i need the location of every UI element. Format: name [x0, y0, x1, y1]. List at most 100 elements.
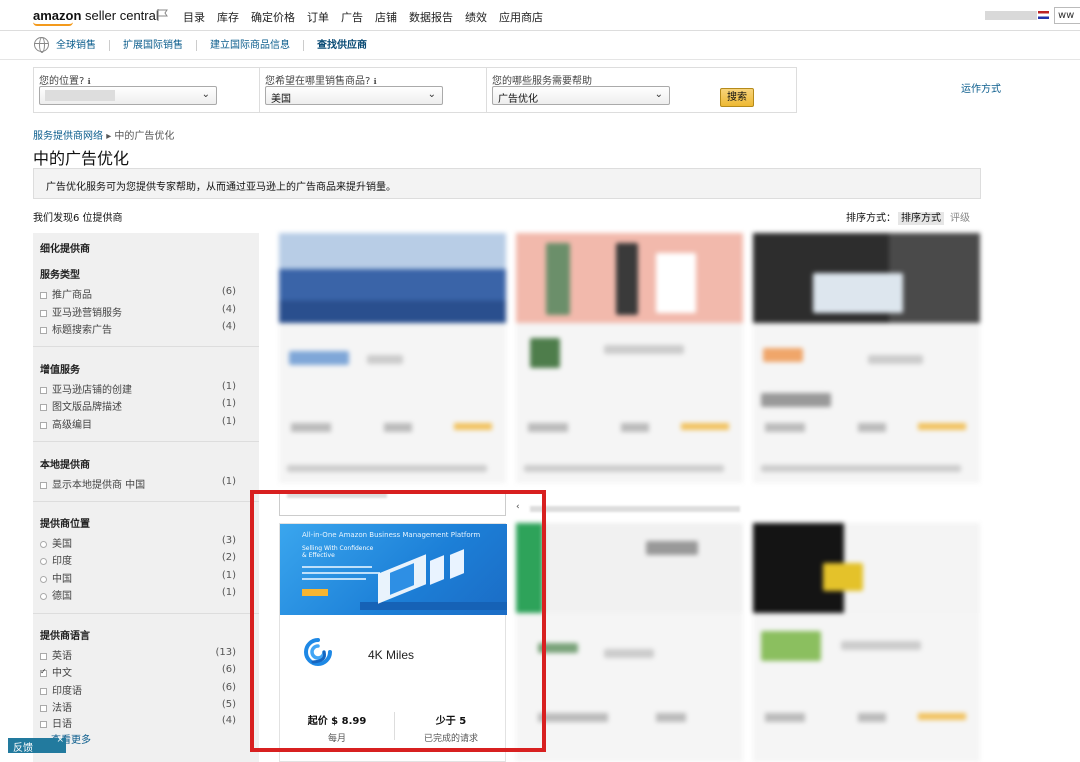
checkbox[interactable]	[40, 481, 47, 489]
radio-button[interactable]	[40, 540, 47, 548]
radio-button[interactable]	[40, 592, 47, 600]
checkbox[interactable]	[40, 421, 47, 429]
link-global-selling[interactable]: 全球销售	[56, 40, 110, 51]
checkbox[interactable]	[40, 386, 47, 394]
provider-stat	[858, 423, 886, 432]
filter-item[interactable]: 印度语 (6)	[40, 682, 250, 697]
filter-item[interactable]: 德国 (1)	[40, 587, 250, 602]
provider-description	[524, 465, 724, 472]
banner-text-line	[302, 578, 366, 580]
card-overlay-bar	[279, 490, 506, 516]
nav-advertising[interactable]: 广告	[341, 9, 363, 25]
marketplace-switcher[interactable]: ww	[1054, 7, 1080, 24]
filter-item[interactable]: 亚马逊店铺的创建 (1)	[40, 381, 250, 396]
nav-orders[interactable]: 订单	[307, 9, 329, 25]
filter-item[interactable]: 印度 (2)	[40, 552, 250, 567]
nav-reports[interactable]: 数据报告	[409, 9, 453, 25]
info-banner: 广告优化服务可为您提供专家帮助，从而通过亚马逊上的广告商品来提升销量。	[33, 168, 981, 199]
breadcrumb-root-link[interactable]: 服务提供商网络	[33, 131, 103, 142]
feedback-tab[interactable]: 反馈 ×	[8, 735, 66, 754]
filter-item[interactable]: 高级编目 (1)	[40, 416, 250, 431]
filter-item[interactable]: 图文版品牌描述 (1)	[40, 398, 250, 413]
how-it-works-link[interactable]: 运作方式	[961, 80, 1001, 95]
checkbox[interactable]	[40, 704, 47, 712]
provider-name	[604, 345, 684, 354]
close-icon[interactable]: ×	[56, 735, 64, 745]
local-provider-title: 本地提供商	[40, 460, 90, 471]
filter-item[interactable]: 亚马逊营销服务 (4)	[40, 304, 250, 319]
link-find-providers[interactable]: 查找供应商	[317, 40, 380, 51]
provider-card-blurred[interactable]	[516, 523, 743, 762]
filter-item[interactable]: 日语 (4)	[40, 715, 250, 730]
filter-item-label: 高级编目	[52, 420, 92, 431]
nav-catalog[interactable]: 目录	[183, 9, 205, 25]
radio-button[interactable]	[40, 575, 47, 583]
provider-stat	[656, 713, 686, 722]
service-select[interactable]: 广告优化 ⌄	[492, 86, 670, 105]
starting-price: 起价 $ 8.99 每月	[280, 712, 394, 744]
provider-stat	[384, 423, 412, 432]
provider-location-title: 提供商位置	[40, 519, 90, 530]
scroll-left-arrow-icon[interactable]: ‹	[516, 502, 530, 516]
price-period: 每月	[327, 734, 346, 744]
filter-item[interactable]: 法语 (5)	[40, 699, 250, 714]
radio-button[interactable]	[40, 557, 47, 565]
nav-appstore[interactable]: 应用商店	[499, 9, 543, 25]
country-flag-icon[interactable]	[1038, 11, 1049, 19]
nav-performance[interactable]: 绩效	[465, 9, 487, 25]
provider-logo	[761, 631, 821, 661]
filter-item[interactable]: 英语 (13)	[40, 647, 250, 662]
provider-stat	[621, 423, 649, 432]
section-divider	[33, 501, 259, 502]
link-build-international-listings[interactable]: 建立国际商品信息	[210, 40, 304, 51]
logo-smile	[33, 22, 73, 26]
location-value-blurred	[45, 90, 115, 101]
checkbox-checked[interactable]	[40, 667, 47, 677]
filter-item-count: (6)	[221, 682, 236, 693]
location-select[interactable]: ⌄	[39, 86, 217, 105]
provider-name[interactable]: 4K Miles	[368, 648, 414, 662]
provider-card-blurred[interactable]	[753, 523, 980, 762]
filter-heading: 细化提供商	[40, 244, 90, 255]
flag-icon[interactable]	[156, 8, 170, 22]
checkbox[interactable]	[40, 309, 47, 317]
amazon-seller-central-logo[interactable]: amazon seller central	[33, 8, 159, 26]
product-shape	[823, 563, 863, 591]
checkbox[interactable]	[40, 687, 47, 695]
filter-item[interactable]: 显示本地提供商 中国 (1)	[40, 476, 250, 491]
rating-stars	[918, 423, 966, 430]
breadcrumb: 服务提供商网络 ▸ 中的广告优化	[33, 127, 174, 142]
provider-card-4k-miles[interactable]: All-in-One Amazon Business Management Pl…	[279, 523, 507, 762]
provider-stat	[528, 423, 568, 432]
filter-item-label: 美国	[52, 539, 72, 550]
provider-card-blurred[interactable]	[279, 233, 506, 483]
checkbox[interactable]	[40, 403, 47, 411]
account-name-blurred[interactable]	[985, 11, 1037, 20]
filter-item[interactable]: 推广商品 (6)	[40, 286, 250, 301]
provider-card-blurred[interactable]	[516, 233, 743, 483]
nav-inventory[interactable]: 库存	[217, 9, 239, 25]
filter-item[interactable]: 标题搜索广告 (4)	[40, 321, 250, 336]
market-select[interactable]: 美国 ⌄	[265, 86, 443, 105]
horizontal-scrollbar[interactable]	[530, 506, 740, 512]
filter-item-count: (1)	[221, 381, 236, 392]
sort-option-rating[interactable]: 评级	[950, 213, 970, 224]
search-button[interactable]: 搜索	[720, 88, 754, 107]
provider-stat	[765, 423, 805, 432]
product-shape	[616, 243, 638, 315]
link-expand-international[interactable]: 扩展国际销售	[123, 40, 197, 51]
checkbox[interactable]	[40, 652, 47, 660]
filter-item[interactable]: 中文 (6)	[40, 664, 250, 679]
provider-card-blurred[interactable]	[753, 233, 980, 483]
nav-stores[interactable]: 店铺	[375, 9, 397, 25]
checkbox[interactable]	[40, 326, 47, 334]
4k-miles-logo-icon	[304, 638, 332, 666]
filter-item-count: (13)	[215, 647, 236, 658]
nav-pricing[interactable]: 确定价格	[251, 9, 295, 25]
checkbox[interactable]	[40, 720, 47, 728]
filter-item[interactable]: 中国 (1)	[40, 570, 250, 585]
filter-item-count: (6)	[221, 286, 236, 297]
filter-item[interactable]: 美国 (3)	[40, 535, 250, 550]
sort-option-default[interactable]: 排序方式	[898, 212, 944, 225]
checkbox[interactable]	[40, 291, 47, 299]
